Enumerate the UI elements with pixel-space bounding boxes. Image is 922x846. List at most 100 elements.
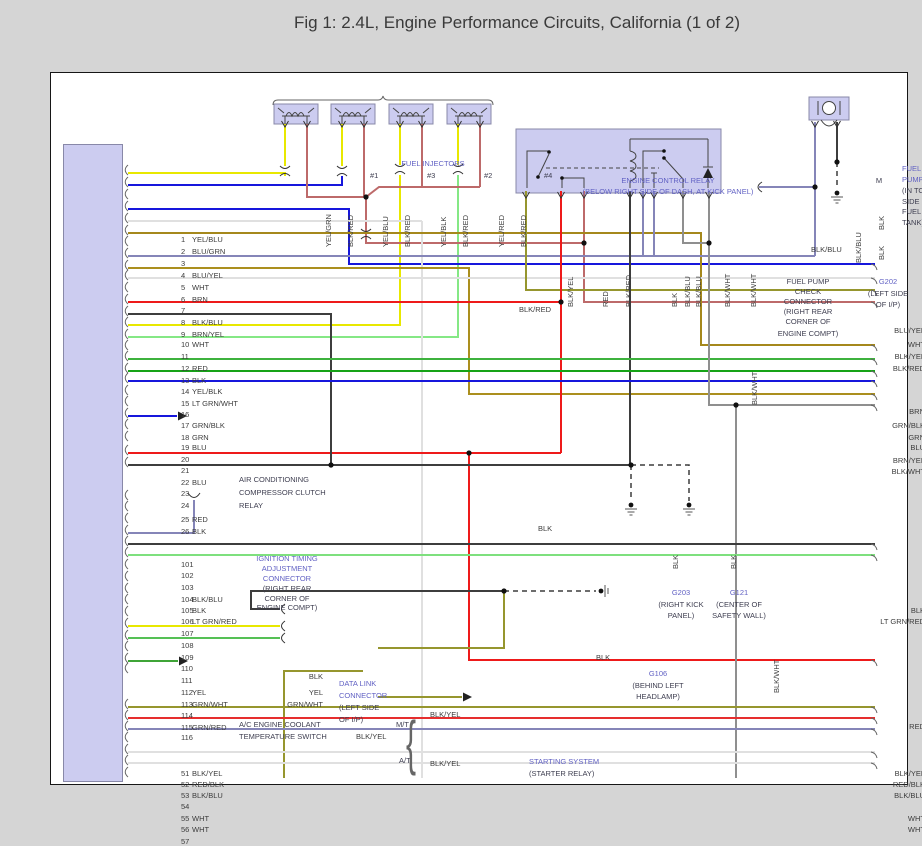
relay-pin-wire-label: BLK/WHT (724, 274, 732, 307)
pin-hook-icon (125, 583, 128, 593)
junction-dot (733, 402, 738, 407)
left-pin-wire-label: LT GRN/WHT (192, 400, 238, 408)
fuel-injector-box (447, 104, 491, 124)
left-pin-number: 101 (181, 561, 194, 569)
relay-pin-wire-label: BLK/WHT (750, 274, 758, 307)
ac-relay-label: COMPRESSOR CLUTCH (239, 489, 326, 497)
dlc-location: (LEFT SIDE (339, 704, 379, 712)
starting-system-name: STARTING SYSTEM (529, 758, 599, 766)
dlc-pin-label: YEL (309, 689, 323, 697)
pump-ground-wire-label: BLK (878, 246, 886, 260)
ground-g203-location: PANEL) (668, 612, 695, 620)
left-pin-number: 4 (181, 272, 185, 280)
motor-letter: M (876, 177, 882, 185)
dlc-pin-label: GRN/WHT (287, 701, 323, 709)
left-pin-number: 26 (181, 528, 189, 536)
junction-dot (628, 462, 633, 467)
right-pin-wire-label: BLK (911, 607, 922, 615)
injector-wire-label: BLK/RED (404, 215, 412, 247)
left-pin-number: 56 (181, 826, 189, 834)
pin-hook-icon (125, 363, 128, 373)
left-pin-wire-label: BLK (192, 528, 206, 536)
left-pin-number: 20 (181, 456, 189, 464)
pin-hook-icon (125, 618, 128, 628)
left-pin-number: 6 (181, 296, 185, 304)
itac-name: CONNECTOR (263, 575, 311, 583)
left-pin-wire-label: BLK/YEL (192, 770, 222, 778)
left-pin-wire-label: BRN/YEL (192, 331, 224, 339)
fuel-injectors-title: FUEL INJECTORS (401, 160, 464, 168)
diagram-canvas: 1YEL/BLU2BLU/GRN34BLU/YEL5WHT6BRN78BLK/B… (50, 72, 908, 785)
ground-g121-icon (683, 509, 695, 515)
left-pin-wire-label: BLK (192, 607, 206, 615)
left-pin-wire-label: BLK (192, 377, 206, 385)
relay-pin-wire-label: BLK/BLU (695, 276, 703, 307)
wire-yel (128, 173, 285, 176)
pin-hook-icon (125, 547, 128, 557)
pin-hook-icon (125, 260, 128, 270)
pin-hook-icon (125, 513, 128, 523)
pin-hook-icon (125, 501, 128, 511)
ground-g202-location: (LEFT SIDE (868, 290, 908, 298)
pin-hook-icon (125, 189, 128, 199)
itac-name: IGNITION TIMING (256, 555, 318, 563)
left-pin-number: 108 (181, 642, 194, 650)
left-pin-number: 7 (181, 307, 185, 315)
mt-at-brace-icon: { (406, 713, 416, 773)
left-pin-number: 2 (181, 248, 185, 256)
ground-g106-location: HEADLAMP) (636, 693, 680, 701)
fuel-pump-check-label: FUEL PUMP (787, 278, 830, 286)
right-pin-wire-label: RED (909, 723, 922, 731)
ac-relay-label: AIR CONDITIONING (239, 476, 309, 484)
pin-hook-icon (125, 606, 128, 616)
dlc-connector-icon (282, 621, 286, 631)
injector-wire-label: BLK/RED (347, 215, 355, 247)
pin-hook-icon (125, 340, 128, 350)
pin-hook-icon (125, 755, 128, 765)
pin-hook-icon (125, 594, 128, 604)
blkwht-label: BLK/WHT (773, 660, 781, 693)
left-pin-wire-label: WHT (192, 826, 209, 834)
ground-g203-location: (RIGHT KICK (658, 601, 703, 609)
wire-blkwht (683, 191, 709, 243)
pin-hook-icon (125, 225, 128, 235)
left-pin-number: 107 (181, 630, 194, 638)
injector-id: #3 (427, 172, 435, 180)
fuel-pump-location: SIDE OF (902, 198, 922, 206)
left-pin-number: 103 (181, 584, 194, 592)
right-pin-wire-label: LT GRN/RED (880, 618, 922, 626)
ground-g202-icon (831, 197, 843, 203)
left-pin-number: 24 (181, 502, 189, 510)
left-pin-number: 53 (181, 792, 189, 800)
pin-hook-icon (125, 248, 128, 258)
ground-g202-name: G202 (879, 278, 897, 286)
wire-blu (128, 176, 342, 185)
ground-g106-name: G106 (649, 670, 667, 678)
fuel-injector-box (274, 104, 318, 124)
left-pin-number: 55 (181, 815, 189, 823)
pin-hook-icon (125, 317, 128, 327)
pin-hook-icon (125, 490, 128, 500)
dlc-location: OF I/P) (339, 716, 363, 724)
left-pin-wire-label: BLU (192, 479, 207, 487)
right-pin-wire-label: BLU (910, 444, 922, 452)
wiring-diagram-page: Fig 1: 2.4L, Engine Performance Circuits… (0, 0, 922, 797)
relay-pin-wire-label: RED (602, 291, 610, 307)
pin-hook-icon (125, 559, 128, 569)
fuel-pump-name: FUEL (902, 165, 921, 173)
pin-hook-icon (125, 571, 128, 581)
wire-blkred (307, 124, 366, 197)
left-pin-wire-label: BLK/BLU (192, 792, 223, 800)
left-pin-number: 57 (181, 838, 189, 846)
dlc-pin-label: BLK (309, 673, 323, 681)
left-pin-wire-label: YEL/BLU (192, 236, 223, 244)
pin-hook-icon (125, 270, 128, 280)
injector-id: #4 (544, 172, 552, 180)
pin-hook-icon (125, 329, 128, 339)
ground-g106-icon (599, 589, 604, 594)
left-pin-wire-label: LT GRN/RED (192, 618, 237, 626)
left-pin-wire-label: WHT (192, 341, 209, 349)
blkred-label: BLK/RED (519, 306, 551, 314)
pin-hook-icon (125, 236, 128, 246)
itac-location: ENGINE COMPT) (257, 604, 317, 612)
